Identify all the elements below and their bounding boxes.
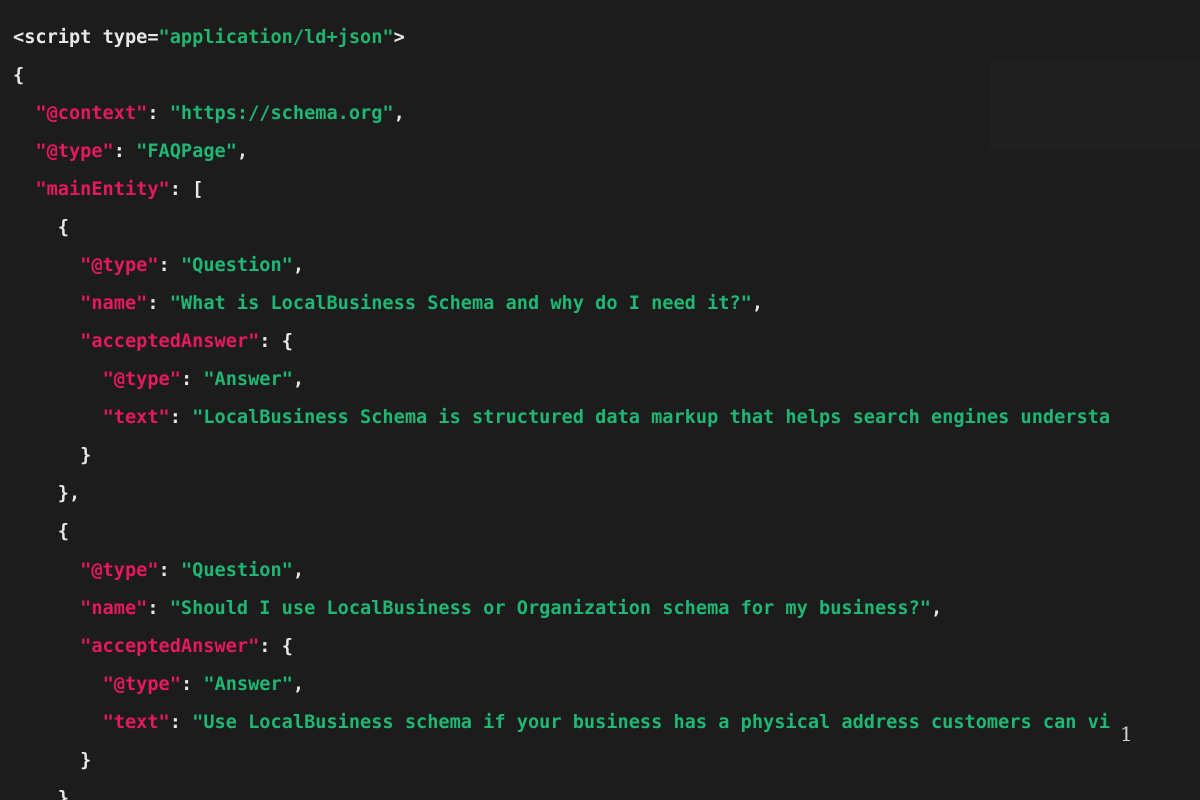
json-string: "Answer": [203, 369, 293, 390]
code-line-6: {: [13, 209, 69, 247]
type-attribute-value: "application/ld+json": [158, 27, 394, 48]
comma: ,: [930, 598, 943, 619]
json-key: "acceptedAnswer": [80, 331, 260, 352]
json-string: "Question": [180, 560, 293, 581]
code-line-13: },: [13, 475, 80, 513]
json-key: "mainEntity": [35, 179, 170, 200]
open-brace: {: [281, 331, 293, 352]
type-attribute: type=: [91, 27, 159, 48]
json-key: "@type": [102, 369, 181, 390]
open-brace: {: [281, 636, 293, 657]
code-line-1: <script type="application/ld+json">: [13, 19, 405, 57]
code-line-4: "@type": "FAQPage",: [13, 133, 248, 171]
code-line-3: "@context": "https://schema.org",: [13, 95, 405, 133]
code-line-11: "text": "LocalBusiness Schema is structu…: [13, 399, 1111, 437]
open-bracket: [: [192, 179, 204, 200]
code-line-8: "name": "What is LocalBusiness Schema an…: [13, 285, 763, 323]
open-brace: {: [57, 217, 69, 238]
json-string: "LocalBusiness Schema is structured data…: [192, 407, 1111, 428]
close-brace: },: [57, 483, 81, 504]
separator: :: [113, 141, 137, 162]
code-line-18: "@type": "Answer",: [13, 666, 305, 704]
comma: ,: [292, 674, 305, 695]
separator: :: [158, 560, 181, 581]
comma: ,: [292, 560, 305, 581]
code-line-21: },: [13, 780, 80, 800]
separator: :: [259, 636, 282, 657]
separator: :: [169, 179, 193, 200]
code-line-7: "@type": "Question",: [13, 247, 304, 285]
open-brace: {: [13, 65, 25, 86]
code-line-10: "@type": "Answer",: [13, 361, 305, 399]
script-open-tag: <script: [13, 27, 92, 48]
code-line-17: "acceptedAnswer": {: [13, 628, 293, 666]
code-line-12: }: [13, 437, 91, 475]
code-line-2: {: [13, 57, 24, 95]
background-ghost-text: [990, 60, 1200, 150]
comma: ,: [292, 255, 305, 276]
code-line-9: "acceptedAnswer": {: [13, 323, 293, 361]
code-line-16: "name": "Should I use LocalBusiness or O…: [13, 590, 942, 628]
json-key: "@type": [102, 674, 181, 695]
comma: ,: [393, 103, 405, 124]
comma: ,: [292, 369, 305, 390]
json-key: "text": [102, 407, 170, 428]
separator: :: [158, 255, 181, 276]
json-key: "@type": [80, 255, 159, 276]
separator: :: [147, 293, 170, 314]
separator: :: [180, 674, 204, 695]
separator: :: [259, 331, 282, 352]
json-key: "@type": [35, 141, 114, 162]
open-brace: {: [57, 521, 69, 542]
json-key: "@context": [35, 103, 148, 124]
separator: :: [180, 369, 204, 390]
code-line-20: }: [13, 742, 91, 780]
code-editor: <script type="application/ld+json"> { "@…: [0, 0, 1200, 800]
json-key: "@type": [80, 560, 159, 581]
code-line-15: "@type": "Question",: [13, 552, 304, 590]
close-brace: }: [80, 750, 92, 771]
separator: :: [147, 103, 170, 124]
json-string: "Use LocalBusiness schema if your busine…: [192, 712, 1111, 733]
json-string: "Question": [180, 255, 293, 276]
json-string: "FAQPage": [136, 141, 237, 162]
json-string: "Answer": [203, 674, 293, 695]
comma: ,: [236, 141, 249, 162]
json-string: "Should I use LocalBusiness or Organizat…: [169, 598, 931, 619]
script-tag-close: >: [393, 27, 405, 48]
close-brace: },: [57, 788, 81, 800]
separator: :: [147, 598, 170, 619]
overlay-digit: 1: [1120, 722, 1133, 746]
json-key: "name": [80, 598, 148, 619]
code-line-14: {: [13, 513, 69, 551]
comma: ,: [751, 293, 764, 314]
json-string: "https://schema.org": [169, 103, 394, 124]
close-brace: }: [80, 445, 92, 466]
json-key: "acceptedAnswer": [80, 636, 260, 657]
separator: :: [169, 712, 193, 733]
json-key: "name": [80, 293, 148, 314]
separator: :: [169, 407, 193, 428]
json-string: "What is LocalBusiness Schema and why do…: [169, 293, 752, 314]
code-line-19: "text": "Use LocalBusiness schema if you…: [13, 704, 1111, 742]
code-line-5: "mainEntity": [: [13, 171, 203, 209]
json-key: "text": [102, 712, 170, 733]
